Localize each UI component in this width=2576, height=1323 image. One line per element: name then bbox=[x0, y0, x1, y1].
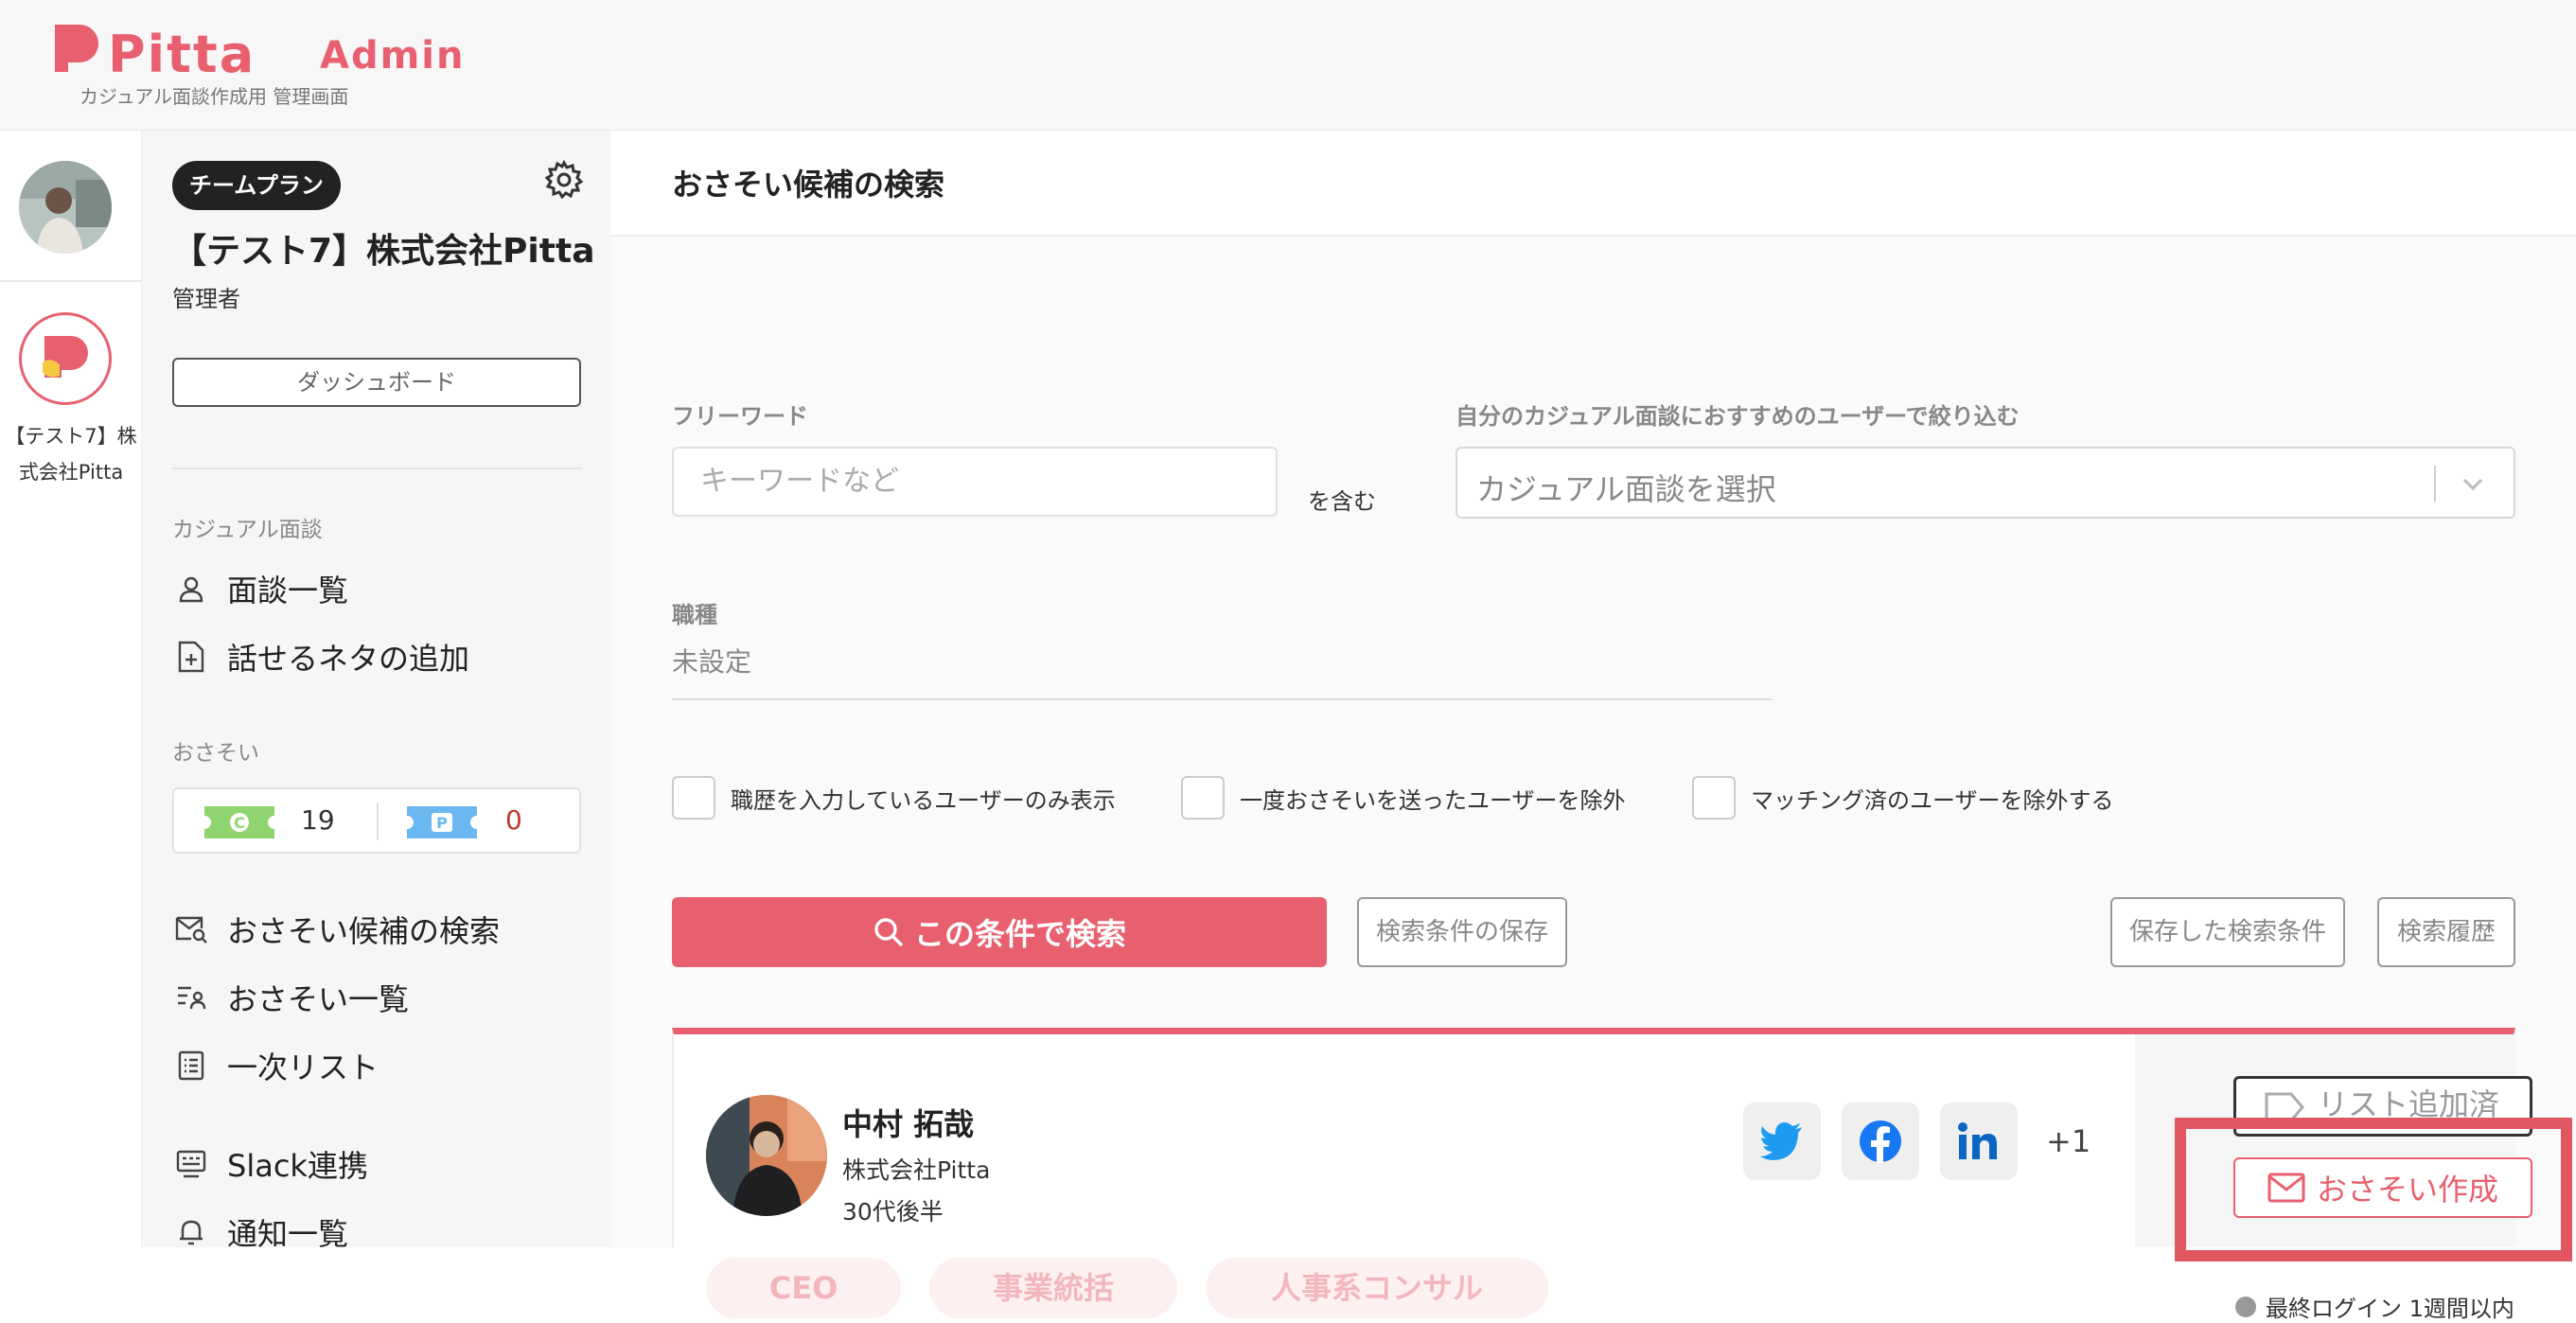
avatar-image bbox=[19, 161, 112, 254]
sidebar-item-label: おさそい一覧 bbox=[227, 981, 410, 1017]
sidebar-item-primary-list[interactable]: 一次リスト bbox=[172, 1043, 379, 1088]
job-underline bbox=[672, 698, 1772, 700]
sidebar-item-interview-list[interactable]: 面談一覧 bbox=[172, 566, 348, 611]
sidebar-item-slack[interactable]: Slack連携 bbox=[172, 1141, 368, 1187]
ticket-divider bbox=[377, 803, 379, 840]
candidate-avatar[interactable] bbox=[706, 1095, 827, 1216]
bell-icon bbox=[172, 1213, 210, 1251]
candidate-name[interactable]: 中村 拓哉 bbox=[842, 1101, 974, 1144]
twitter-link[interactable] bbox=[1743, 1102, 1821, 1180]
main-content: おさそい候補の検索 フリーワード キーワードなど を含む 自分のカジュアル面談に… bbox=[611, 131, 2576, 1322]
checkbox-label: 職歴を入力しているユーザーのみ表示 bbox=[731, 786, 1116, 814]
skill-tag: CEO bbox=[706, 1258, 901, 1318]
slack-board-icon bbox=[172, 1145, 210, 1183]
casual-interview-select[interactable]: カジュアル面談を選択 bbox=[1456, 447, 2515, 519]
more-links[interactable]: +1 bbox=[2046, 1123, 2091, 1159]
header-subtitle: カジュアル面談作成用 管理画面 bbox=[79, 85, 349, 108]
facebook-icon bbox=[1860, 1120, 1901, 1163]
job-label: 職種 bbox=[672, 602, 717, 628]
recommend-label: 自分のカジュアル面談におすすめのユーザーで絞り込む bbox=[1456, 403, 2020, 430]
sidebar: チームプラン 【テスト7】株式会社Pitta 管理者 ダッシュボード カジュアル… bbox=[142, 131, 611, 1252]
job-select[interactable]: 未設定 bbox=[672, 642, 751, 679]
sidebar-item-notifications[interactable]: 通知一覧 bbox=[172, 1209, 348, 1255]
rail-divider bbox=[0, 280, 142, 282]
sidebar-item-label: 通知一覧 bbox=[227, 1216, 349, 1252]
last-login-status: 最終ログイン 1週間以内 bbox=[2235, 1290, 2514, 1323]
sidebar-item-label: 一次リスト bbox=[227, 1050, 379, 1085]
logo-admin: Admin bbox=[320, 34, 466, 78]
candidate-company: 株式会社Pitta bbox=[842, 1156, 991, 1184]
logo-text: Pitta bbox=[108, 25, 256, 84]
linkedin-link[interactable] bbox=[1940, 1102, 2018, 1180]
candidate-photo bbox=[706, 1095, 827, 1216]
checkbox-label: マッチング済のユーザーを除外する bbox=[1751, 786, 2114, 814]
chevron-down-icon[interactable] bbox=[2459, 469, 2487, 498]
checkbox[interactable] bbox=[1181, 776, 1225, 820]
sidebar-item-label: 面談一覧 bbox=[227, 573, 349, 609]
freeword-input[interactable]: キーワードなど bbox=[672, 447, 1278, 517]
company-name: 【テスト7】株式会社Pitta bbox=[172, 232, 595, 271]
skill-tag: 事業統括 bbox=[929, 1258, 1177, 1318]
skill-tag: 人事系コンサル bbox=[1206, 1258, 1548, 1318]
pitta-logo-icon bbox=[55, 25, 98, 72]
person-icon bbox=[172, 570, 210, 608]
last-login-label: 最終ログイン 1週間以内 bbox=[2266, 1296, 2514, 1322]
candidate-card[interactable]: 中村 拓哉 株式会社Pitta 30代後半 CEO 事業統括 人事系コンサル +… bbox=[672, 1028, 2572, 1322]
sidebar-item-add-topic[interactable]: 話せるネタの追加 bbox=[172, 634, 469, 679]
select-divider bbox=[2434, 466, 2436, 502]
p-ticket-count: 0 bbox=[505, 804, 522, 836]
select-placeholder: カジュアル面談を選択 bbox=[1476, 471, 1776, 507]
checkbox[interactable] bbox=[672, 776, 715, 820]
c-ticket-icon: C bbox=[204, 806, 274, 838]
dashboard-button[interactable]: ダッシュボード bbox=[172, 358, 581, 407]
search-history-button[interactable]: 検索履歴 bbox=[2377, 897, 2515, 967]
gear-icon[interactable] bbox=[543, 159, 585, 201]
search-button-label: この条件で検索 bbox=[913, 916, 1126, 952]
svg-text:C: C bbox=[234, 814, 245, 832]
sidebar-item-invite-search[interactable]: おさそい候補の検索 bbox=[172, 907, 500, 952]
facebook-link[interactable] bbox=[1842, 1102, 1919, 1180]
sidebar-item-invite-list[interactable]: おさそい一覧 bbox=[172, 975, 409, 1020]
sidebar-divider bbox=[172, 467, 581, 469]
saved-conditions-button[interactable]: 保存した検索条件 bbox=[2110, 897, 2345, 967]
checkbox-has-career[interactable]: 職歴を入力しているユーザーのみ表示 bbox=[672, 776, 1116, 820]
section-label-casual: カジュアル面談 bbox=[172, 518, 323, 542]
sidebar-item-label: 話せるネタの追加 bbox=[227, 641, 470, 677]
user-avatar[interactable] bbox=[19, 161, 112, 254]
sidebar-item-label: Slack連携 bbox=[227, 1148, 368, 1184]
c-ticket-count: 19 bbox=[301, 804, 335, 836]
section-label-invite: おさそい bbox=[172, 741, 259, 766]
search-button[interactable]: この条件で検索 bbox=[672, 897, 1327, 967]
twitter-icon bbox=[1760, 1122, 1802, 1160]
ticket-balance: C 19 P 0 bbox=[172, 787, 581, 854]
checkbox-label: 一度おさそいを送ったユーザーを除外 bbox=[1240, 786, 1626, 814]
status-dot bbox=[2235, 1296, 2256, 1317]
workspace-rail: 【テスト7】株式会社Pitta bbox=[0, 131, 142, 1247]
page-title: おさそい候補の検索 bbox=[672, 167, 945, 203]
pitta-company-logo-icon bbox=[43, 336, 88, 378]
checkbox-exclude-invited[interactable]: 一度おさそいを送ったユーザーを除外 bbox=[1181, 776, 1626, 820]
checkbox[interactable] bbox=[1692, 776, 1736, 820]
candidate-age: 30代後半 bbox=[842, 1198, 944, 1226]
rail-company-name[interactable]: 【テスト7】株式会社Pitta bbox=[0, 418, 142, 490]
save-condition-button[interactable]: 検索条件の保存 bbox=[1357, 897, 1567, 967]
checklist-icon bbox=[172, 1047, 210, 1085]
add-document-icon bbox=[172, 638, 210, 676]
p-ticket-icon: P bbox=[407, 806, 477, 838]
checkbox-exclude-matched[interactable]: マッチング済のユーザーを除外する bbox=[1692, 776, 2114, 820]
freeword-label: フリーワード bbox=[672, 403, 808, 430]
contains-label: を含む bbox=[1308, 488, 1376, 515]
company-icon[interactable] bbox=[19, 312, 112, 405]
app-header: Pitta Admin カジュアル面談作成用 管理画面 bbox=[0, 0, 2576, 131]
svg-text:P: P bbox=[436, 814, 448, 832]
search-form: フリーワード キーワードなど を含む 自分のカジュアル面談におすすめのユーザーで… bbox=[611, 237, 2576, 1322]
plan-badge: チームプラン bbox=[172, 161, 341, 210]
list-people-icon bbox=[172, 979, 210, 1016]
sidebar-item-label: おさそい候補の検索 bbox=[227, 913, 501, 949]
linkedin-icon bbox=[1958, 1122, 1997, 1159]
highlight-box bbox=[2175, 1118, 2572, 1261]
mail-search-icon bbox=[172, 910, 210, 948]
user-role: 管理者 bbox=[172, 286, 240, 312]
search-icon bbox=[874, 918, 904, 947]
